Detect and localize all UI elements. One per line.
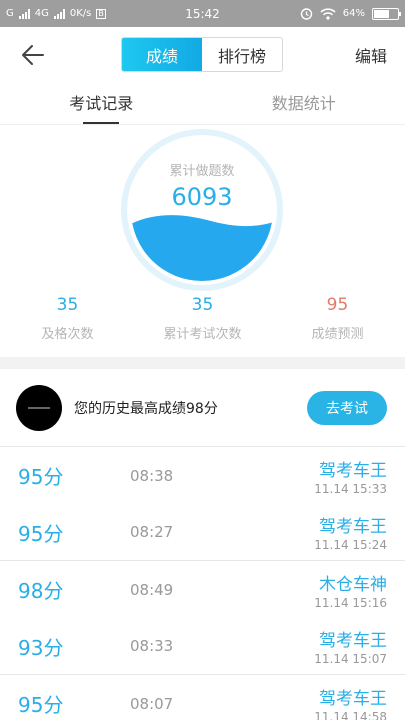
record-title: 木仓车神 <box>319 574 387 595</box>
record-score: 95分 <box>18 693 64 717</box>
edit-button[interactable]: 编辑 <box>355 43 387 67</box>
record-date: 11.14 15:33 <box>314 481 387 496</box>
record-date: 11.14 15:07 <box>314 652 387 666</box>
record-duration: 08:33 <box>130 637 174 655</box>
stat-value: 95 <box>326 295 349 315</box>
total-questions-label: 累计做题数 <box>169 164 235 179</box>
record-meta: 驾考车王 11.14 15:33 <box>314 456 387 496</box>
record-score: 93分 <box>18 635 64 660</box>
tab-bar: 考试记录 数据统计 <box>0 82 405 125</box>
record-meta: 驾考车王 11.14 14:58 <box>314 684 387 720</box>
best-score-bar: 您的历史最高成绩98分 去考试 <box>0 369 405 447</box>
stat-value: 35 <box>56 295 79 315</box>
alarm-icon <box>300 8 312 20</box>
record-row[interactable]: 95分 08:27 驾考车王 11.14 15:24 <box>0 504 405 561</box>
record-duration: 08:27 <box>130 523 174 541</box>
record-list: 95分 08:38 驾考车王 11.14 15:33 95分 08:27 驾考车… <box>0 447 405 720</box>
record-row[interactable]: 95分 08:07 驾考车王 11.14 14:58 <box>0 675 405 720</box>
total-questions-value: 6093 <box>171 183 233 211</box>
stat-value: 35 <box>191 295 214 315</box>
record-score: 98分 <box>18 579 64 603</box>
status-bar: G 4G 0K/s B 15:42 64% <box>0 0 405 27</box>
record-meta: 木仓车神 11.14 15:16 <box>314 570 387 610</box>
record-row[interactable]: 93分 08:33 驾考车王 11.14 15:07 <box>0 618 405 675</box>
record-row[interactable]: 98分 08:49 木仓车神 11.14 15:16 <box>0 561 405 618</box>
back-button[interactable] <box>18 40 48 70</box>
stat-label: 及格次数 <box>41 327 94 342</box>
best-score-text: 您的历史最高成绩98分 <box>74 400 218 417</box>
segment-ranking[interactable]: 排行榜 <box>202 38 282 71</box>
record-duration: 08:38 <box>130 466 174 485</box>
tab-statistics[interactable]: 数据统计 <box>203 82 405 124</box>
record-score: 95分 <box>18 521 64 546</box>
nav-bar: 成绩 排行榜 编辑 <box>0 27 405 82</box>
stat-label: 成绩预测 <box>311 327 364 342</box>
record-title: 驾考车王 <box>319 631 387 651</box>
avatar[interactable] <box>16 384 62 431</box>
record-score: 95分 <box>18 465 64 489</box>
stat-score-prediction: 95 成绩预测 <box>270 295 405 342</box>
battery-percent: 64% <box>342 8 365 19</box>
segment-scores[interactable]: 成绩 <box>122 38 202 71</box>
record-meta: 驾考车王 11.14 15:24 <box>314 512 387 552</box>
arrow-left-icon <box>22 44 44 65</box>
wave-fill <box>131 215 273 281</box>
section-divider <box>0 357 405 369</box>
record-title: 驾考车王 <box>319 460 387 481</box>
record-date: 11.14 14:58 <box>314 709 387 720</box>
stats-row: 35 及格次数 35 累计考试次数 95 成绩预测 <box>0 295 405 342</box>
record-title: 驾考车王 <box>319 688 387 709</box>
record-duration: 08:07 <box>130 694 174 713</box>
segment-control: 成绩 排行榜 <box>121 37 283 72</box>
stat-exam-count: 35 累计考试次数 <box>135 295 270 342</box>
record-date: 11.14 15:24 <box>314 538 387 552</box>
battery-icon <box>372 7 401 20</box>
summary-panel: 累计做题数 6093 35 及格次数 35 累计考试次数 95 成绩预测 <box>0 125 405 357</box>
record-title: 驾考车王 <box>319 517 387 537</box>
take-exam-button[interactable]: 去考试 <box>307 390 387 425</box>
record-duration: 08:49 <box>130 580 174 599</box>
record-date: 11.14 15:16 <box>314 595 387 610</box>
stat-pass-count: 35 及格次数 <box>0 295 135 342</box>
record-meta: 驾考车王 11.14 15:07 <box>314 626 387 666</box>
tab-exam-records[interactable]: 考试记录 <box>0 82 203 124</box>
stat-label: 累计考试次数 <box>163 327 242 342</box>
record-row[interactable]: 95分 08:38 驾考车王 11.14 15:33 <box>0 447 405 504</box>
wifi-icon <box>320 7 336 20</box>
